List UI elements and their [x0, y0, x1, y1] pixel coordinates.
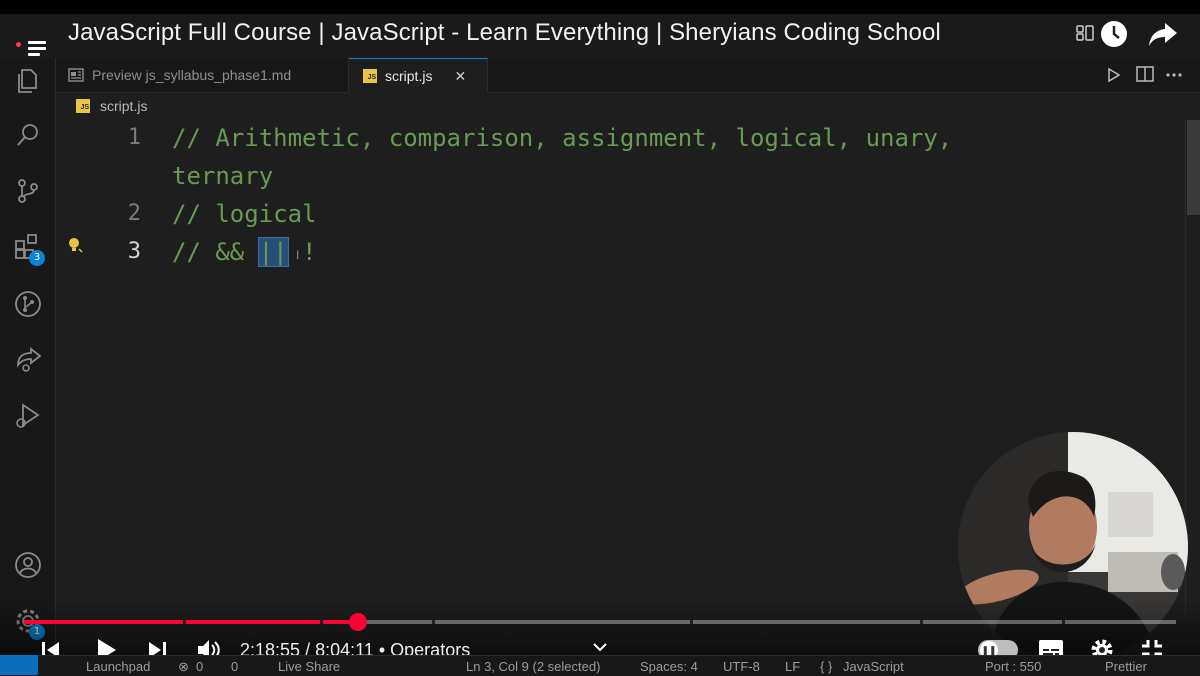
text-cursor-icon: I: [296, 248, 300, 262]
run-debug-icon[interactable]: [13, 401, 43, 431]
status-port[interactable]: Port : 550: [985, 659, 1041, 674]
code-line-wrapped[interactable]: ternary: [172, 162, 273, 190]
code-line-active[interactable]: // && || !: [172, 237, 317, 267]
playlist-menu-icon[interactable]: [24, 38, 50, 60]
accounts-icon[interactable]: [13, 550, 43, 580]
selected-text: ||: [257, 237, 289, 267]
status-bar: Launchpad ⊗ 0 0 Live Share Ln 3, Col 9 (…: [0, 655, 1200, 676]
watch-later-icon[interactable]: [1098, 18, 1130, 50]
chevron-down-icon[interactable]: [592, 640, 608, 654]
status-launchpad[interactable]: Launchpad: [86, 659, 150, 674]
explorer-icon[interactable]: [13, 66, 43, 96]
progress-scrubber[interactable]: [349, 613, 367, 631]
status-warnings[interactable]: 0: [231, 659, 238, 674]
js-file-icon: JS: [76, 99, 90, 113]
chapter-marker: [1062, 620, 1065, 624]
line-number: 2: [127, 201, 141, 226]
lightbulb-icon[interactable]: [66, 236, 84, 254]
chapter-marker: [320, 620, 323, 624]
tab-preview[interactable]: Preview js_syllabus_phase1.md: [56, 58, 349, 92]
status-eol[interactable]: LF: [785, 659, 800, 674]
braces-icon: { }: [820, 659, 833, 674]
code-line[interactable]: // logical: [172, 200, 317, 228]
error-icon[interactable]: ⊗: [178, 659, 189, 675]
remote-indicator[interactable]: [0, 655, 38, 675]
tab-script-js[interactable]: JS script.js ✕: [349, 58, 488, 93]
share-icon[interactable]: [1146, 18, 1180, 50]
video-title[interactable]: JavaScript Full Course | JavaScript - Le…: [68, 19, 941, 47]
line-number: 1: [127, 125, 141, 150]
code-text: // &&: [172, 238, 259, 266]
chapter-marker: [432, 620, 435, 624]
chapter-marker: [690, 620, 693, 624]
git-graph-icon[interactable]: [13, 289, 43, 319]
progress-played: [24, 620, 358, 624]
source-control-icon[interactable]: [13, 176, 43, 206]
video-title-bar: JavaScript Full Course | JavaScript - Le…: [0, 14, 1200, 58]
js-file-icon: JS: [363, 69, 377, 83]
status-encoding[interactable]: UTF-8: [723, 659, 760, 674]
close-tab-icon[interactable]: ✕: [454, 68, 466, 85]
split-editor-icon[interactable]: [1135, 65, 1155, 83]
editor-tab-bar: Preview js_syllabus_phase1.md JS script.…: [56, 58, 1200, 93]
scrollbar-thumb[interactable]: [1187, 120, 1200, 215]
tab-script-label: script.js: [385, 68, 433, 84]
extensions-icon[interactable]: 3: [13, 232, 45, 266]
status-live-share[interactable]: Live Share: [278, 659, 340, 674]
more-actions-icon[interactable]: [1164, 66, 1184, 84]
chapter-marker: [920, 620, 923, 624]
live-share-icon[interactable]: [13, 345, 43, 375]
preview-icon: [68, 68, 84, 82]
status-errors[interactable]: 0: [196, 659, 203, 674]
status-position[interactable]: Ln 3, Col 9 (2 selected): [466, 659, 600, 674]
extensions-badge: 3: [29, 250, 45, 266]
chapter-marker: [183, 620, 186, 624]
breadcrumb-file[interactable]: script.js: [100, 98, 147, 114]
code-line[interactable]: // Arithmetic, comparison, assignment, l…: [172, 124, 952, 152]
status-prettier[interactable]: Prettier: [1105, 659, 1147, 674]
breadcrumb: JS script.js: [56, 93, 1200, 119]
top-strip: [0, 0, 1200, 14]
search-icon[interactable]: [13, 120, 43, 150]
live-dot: [16, 42, 21, 47]
run-icon[interactable]: [1104, 66, 1122, 84]
line-number-active: 3: [127, 239, 141, 264]
activity-bar: 3 1: [0, 58, 56, 655]
status-spaces[interactable]: Spaces: 4: [640, 659, 698, 674]
layout-icon[interactable]: [1074, 22, 1096, 44]
tab-preview-label: Preview js_syllabus_phase1.md: [92, 67, 292, 83]
status-language[interactable]: JavaScript: [843, 659, 904, 674]
code-text: !: [287, 238, 317, 266]
